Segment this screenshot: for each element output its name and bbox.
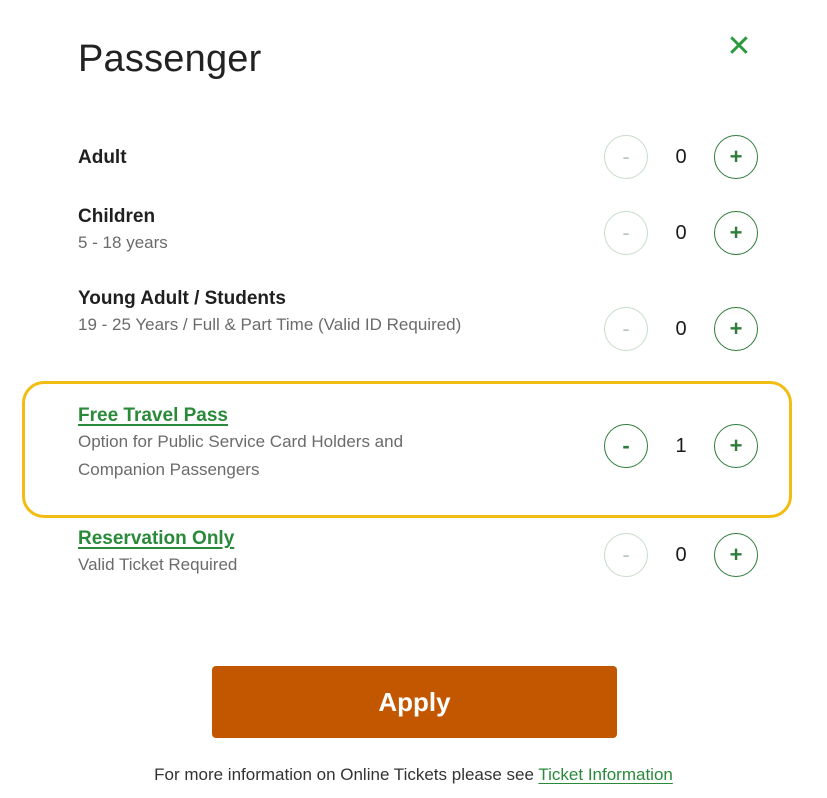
- increment-button[interactable]: +: [714, 307, 758, 351]
- passenger-count: 0: [675, 145, 687, 168]
- quantity-stepper: - 1 +: [604, 424, 758, 468]
- passenger-count: 1: [675, 434, 687, 457]
- passenger-row-reservation-only: Reservation Only Valid Ticket Required -…: [78, 527, 758, 579]
- decrement-button[interactable]: -: [604, 211, 648, 255]
- quantity-stepper: - 0 +: [604, 135, 758, 179]
- passenger-description: Option for Public Service Card Holders a…: [78, 432, 404, 479]
- plus-icon: +: [729, 542, 743, 567]
- plus-icon: +: [729, 433, 743, 458]
- passenger-description: 19 - 25 Years / Full & Part Time (Valid …: [78, 315, 462, 334]
- passenger-row-free-travel-pass: Free Travel Pass Option for Public Servi…: [78, 404, 758, 484]
- passenger-count: 0: [675, 317, 687, 340]
- minus-icon: -: [622, 144, 630, 169]
- passenger-description: 5 - 18 years: [78, 233, 168, 252]
- footer-info: For more information on Online Tickets p…: [0, 765, 827, 785]
- apply-button[interactable]: Apply: [212, 666, 617, 738]
- minus-icon: -: [622, 542, 630, 567]
- quantity-stepper: - 0 +: [604, 307, 758, 351]
- passenger-row-young-adult: Young Adult / Students 19 - 25 Years / F…: [78, 287, 758, 351]
- increment-button[interactable]: +: [714, 135, 758, 179]
- minus-icon: -: [622, 316, 630, 341]
- plus-icon: +: [729, 220, 743, 245]
- dialog-title: Passenger: [78, 38, 262, 80]
- increment-button[interactable]: +: [714, 533, 758, 577]
- passenger-description: Valid Ticket Required: [78, 555, 238, 574]
- plus-icon: +: [729, 144, 743, 169]
- minus-icon: -: [622, 433, 630, 458]
- close-button[interactable]: ✕: [722, 30, 756, 64]
- increment-button[interactable]: +: [714, 424, 758, 468]
- footer-text: For more information on Online Tickets p…: [154, 765, 539, 784]
- decrement-button[interactable]: -: [604, 135, 648, 179]
- ticket-information-link[interactable]: Ticket Information: [538, 765, 672, 784]
- quantity-stepper: - 0 +: [604, 533, 758, 577]
- decrement-button[interactable]: -: [604, 424, 648, 468]
- decrement-button[interactable]: -: [604, 307, 648, 351]
- decrement-button[interactable]: -: [604, 533, 648, 577]
- passenger-row-children: Children 5 - 18 years - 0 +: [78, 205, 758, 257]
- passenger-row-adult: Adult - 0 +: [78, 135, 758, 179]
- passenger-count: 0: [675, 543, 687, 566]
- minus-icon: -: [622, 220, 630, 245]
- increment-button[interactable]: +: [714, 211, 758, 255]
- quantity-stepper: - 0 +: [604, 211, 758, 255]
- close-icon: ✕: [726, 30, 752, 63]
- plus-icon: +: [729, 316, 743, 341]
- passenger-count: 0: [675, 221, 687, 244]
